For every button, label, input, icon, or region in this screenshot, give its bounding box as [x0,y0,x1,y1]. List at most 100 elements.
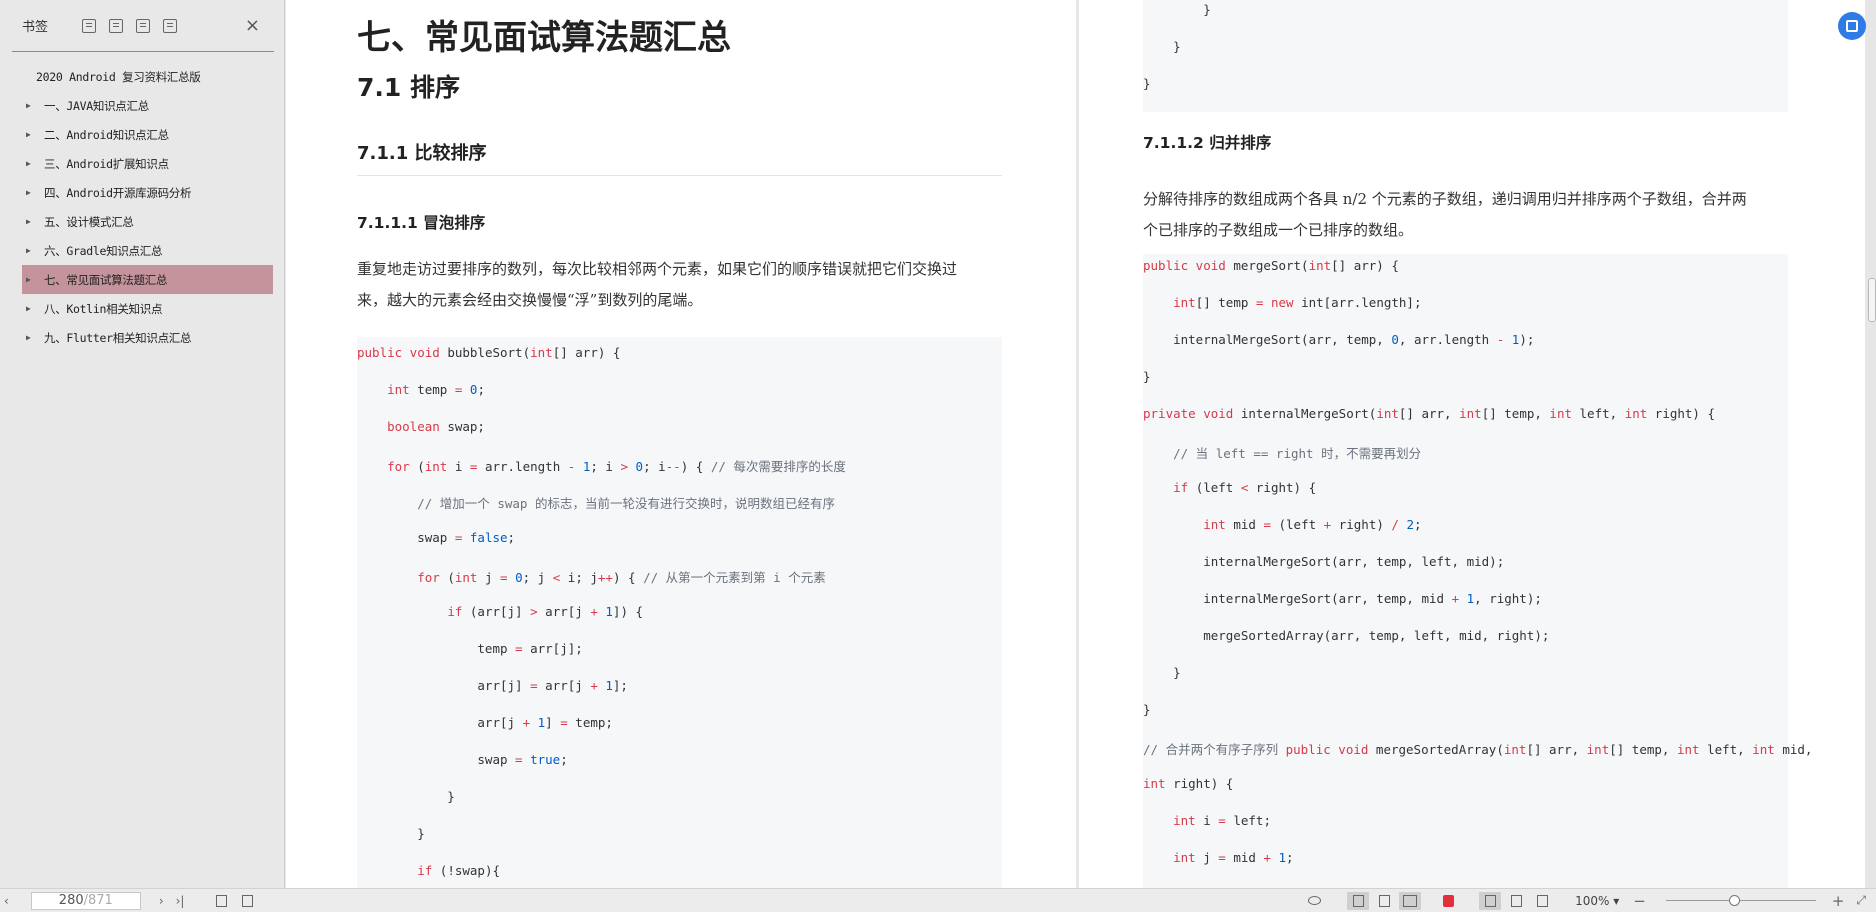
code-token: ; i [643,459,666,474]
zoom-in-button[interactable]: + [1832,892,1845,910]
code-token: = [1218,813,1226,828]
single-page-icon[interactable] [1373,892,1395,910]
bookmark-item[interactable]: ▶ 五、设计模式汇总 [22,207,273,236]
code-line: } [357,789,455,804]
code-token: (!swap){ [440,863,500,878]
code-token: internalMergeSort(arr, temp, mid [1143,591,1452,606]
code-token: (left [1271,517,1324,532]
bookmark-label: 九、Flutter相关知识点汇总 [44,330,191,346]
floating-tool-button[interactable] [1838,12,1866,40]
bookmark-item[interactable]: ▶六、Gradle知识点汇总 [22,236,273,265]
bookmark-label: 一、JAVA知识点汇总 [44,98,149,114]
paragraph-line: 重复地走访过要排序的数列，每次比较相邻两个元素，如果它们的顺序错误就把它们交换过 [357,254,1017,285]
bookmark-icon[interactable] [163,19,177,33]
add-bookmark-icon[interactable] [136,19,150,33]
eye-icon[interactable] [1303,892,1325,910]
fullscreen-icon[interactable]: ⤢ [1856,893,1866,908]
bookmark-item[interactable]: ▶ 一、JAVA知识点汇总 [22,91,273,120]
code-token: int [1459,406,1482,421]
bookmark-item[interactable]: ▶三、Android扩展知识点 [22,149,273,178]
subsection-heading: 7.1.1 比较排序 [357,139,487,165]
bookmark-list: 2020 Android 复习资料汇总版 ▶ 一、JAVA知识点汇总 ▶二、Andro… [0,52,284,352]
expand-arrow-icon[interactable]: ▶ [26,188,36,197]
expand-arrow-icon[interactable]: ▶ [26,304,36,313]
code-line: } [1143,369,1151,384]
bookmark-item[interactable]: ▶七、常见面试算法题汇总 [22,265,273,294]
code-token: 2 [1406,517,1414,532]
code-line: if (!swap){ [357,863,500,878]
code-token: ]; [613,678,628,693]
document-area: 七、常见面试算法题汇总 7.1 排序 7.1.1 比较排序 7.1.1.1 冒泡… [286,0,1876,888]
close-icon[interactable]: × [245,17,260,35]
code-token: right) { [1248,480,1316,495]
continuous-view-icon[interactable] [1347,892,1369,910]
code-token: ; j [523,570,553,585]
code-line: mergeSortedArray(arr, temp, left, mid, r… [1143,628,1549,643]
expand-arrow-icon[interactable]: ▶ [26,130,36,139]
total-pages: /871 [84,893,113,908]
code-token: = [1218,850,1226,865]
expand-all-icon[interactable] [82,19,96,33]
code-token: mergeSort( [1233,258,1308,273]
bookmark-label: 2020 Android 复习资料汇总版 [36,69,201,85]
code-line: // 当 left == right 时，不需要再划分 [1143,443,1421,462]
code-token: } [357,826,425,841]
code-token [1504,332,1512,347]
prev-page-button[interactable]: ‹ [4,894,9,908]
zoom-out-button[interactable]: − [1633,892,1646,910]
code-token: mergeSortedArray( [1376,742,1504,757]
code-token: temp [417,382,455,397]
code-token: } [1143,39,1181,54]
code-token: [] temp, [1482,406,1550,421]
two-page-icon[interactable] [1399,892,1421,910]
code-token: int [1203,517,1233,532]
bookmark-item[interactable]: ▶八、Kotlin相关知识点 [22,294,273,323]
zoom-slider[interactable] [1666,900,1816,901]
fit-width-icon[interactable] [1505,892,1527,910]
code-token [357,604,447,619]
code-token: [] temp [1196,295,1256,310]
expand-arrow-icon[interactable]: ▶ [26,333,36,342]
code-line: } [1143,665,1181,680]
actual-size-icon[interactable] [1531,892,1553,910]
collapse-all-icon[interactable] [109,19,123,33]
code-token [1143,850,1173,865]
code-line: int mid = (left + right) / 2; [1143,517,1422,532]
page-icon[interactable] [236,892,258,910]
code-token: , arr.length [1399,332,1497,347]
zoom-slider-knob[interactable] [1729,895,1740,906]
page-number-input[interactable]: 280/871 [31,892,141,910]
scrollbar-thumb[interactable] [1868,278,1876,322]
zoom-level[interactable]: 100% ▾ [1575,894,1619,908]
bookmark-item[interactable]: 2020 Android 复习资料汇总版 [22,62,273,91]
status-bar: ‹ 280/871 › ›| 100% ▾ − + ⤢ [0,888,1876,912]
code-token: int [1376,406,1399,421]
expand-arrow-icon[interactable]: ▶ [26,101,36,110]
code-token: mid, [1782,742,1812,757]
expand-arrow-icon[interactable]: ▶ [26,159,36,168]
code-token: left, [1580,406,1625,421]
expand-arrow-icon[interactable]: ▶ [26,217,36,226]
code-token: = [500,570,508,585]
code-line: arr[j] = arr[j + 1]; [357,678,628,693]
bookmark-item[interactable]: ▶二、Android知识点汇总 [22,120,273,149]
last-page-button[interactable]: ›| [176,894,185,908]
rotate-icon[interactable] [210,892,232,910]
bookmark-label: 五、设计模式汇总 [44,214,134,230]
code-token: [] arr, [1526,742,1586,757]
code-token: } [1143,665,1181,680]
expand-arrow-icon[interactable]: ▶ [26,275,36,284]
next-page-button[interactable]: › [159,894,164,908]
code-token: right) { [1655,406,1715,421]
bookmark-item[interactable]: ▶四、Android开源库源码分析 [22,178,273,207]
page-left: 七、常见面试算法题汇总 7.1 排序 7.1.1 比较排序 7.1.1.1 冒泡… [286,0,1076,888]
fit-page-icon[interactable] [1479,892,1501,910]
code-token: boolean [387,419,447,434]
code-line: int temp = 0; [357,382,485,397]
code-token: ; [560,752,568,767]
current-page: 280 [59,893,84,908]
code-token: 0 [515,570,523,585]
expand-arrow-icon[interactable]: ▶ [26,246,36,255]
bookmark-item[interactable]: ▶ 九、Flutter相关知识点汇总 [22,323,273,352]
play-icon[interactable] [1437,892,1459,910]
